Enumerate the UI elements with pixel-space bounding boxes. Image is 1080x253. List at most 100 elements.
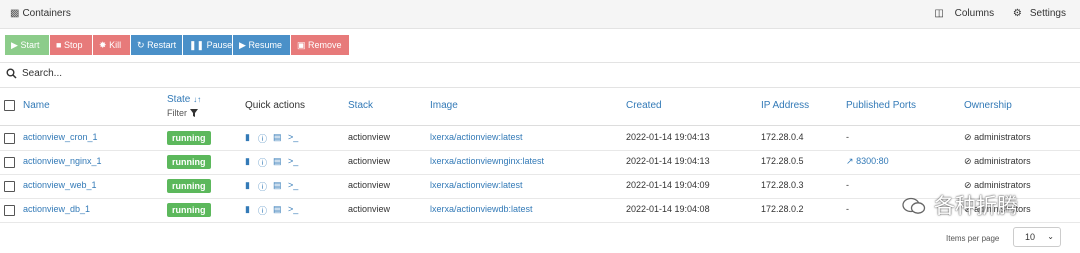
search-icon	[6, 68, 17, 79]
row-checkbox[interactable]	[4, 157, 15, 168]
ownership: ⊘ administrators	[964, 132, 1031, 143]
sync-icon: ↻	[137, 40, 145, 50]
inspect-icon[interactable]: ⓘ	[258, 132, 267, 145]
stats-icon[interactable]: ▤	[273, 204, 282, 215]
image-link[interactable]: lxerxa/actionview:latest	[430, 132, 523, 142]
column-header-image[interactable]: Image	[430, 100, 458, 111]
row-checkbox[interactable]	[4, 181, 15, 192]
cubes-icon: ▩	[10, 8, 20, 19]
state-filter[interactable]: Filter	[167, 108, 198, 118]
published-ports: -	[846, 180, 849, 190]
column-header-created[interactable]: Created	[626, 100, 662, 111]
page-title-text: Containers	[22, 8, 71, 19]
stack-name: actionview	[348, 156, 391, 166]
ownership-label: administrators	[974, 180, 1031, 190]
logs-icon[interactable]: ▮	[245, 156, 250, 167]
container-name-link[interactable]: actionview_web_1	[23, 180, 97, 190]
inspect-icon[interactable]: ⓘ	[258, 180, 267, 193]
restart-button[interactable]: ↻ Restart	[131, 35, 182, 55]
status-badge: running	[167, 155, 211, 169]
logs-icon[interactable]: ▮	[245, 132, 250, 143]
search-input[interactable]	[20, 67, 424, 80]
eye-slash-icon: ⊘	[964, 180, 972, 190]
stop-icon: ■	[56, 40, 62, 50]
kill-button[interactable]: ✸ Kill	[93, 35, 130, 55]
table-footer: Items per page 10 ⌄	[0, 223, 1080, 253]
table-header: Name State ↓↑ Filter Quick actions Stack…	[0, 87, 1080, 126]
column-header-quick-actions: Quick actions	[245, 100, 306, 111]
table-row: actionview_nginx_1 running ▮ ⓘ ▤ >_ acti…	[0, 150, 1080, 175]
published-ports: -	[846, 132, 849, 142]
console-icon[interactable]: >_	[288, 180, 298, 190]
column-header-published-ports[interactable]: Published Ports	[846, 100, 916, 111]
column-header-state[interactable]: State ↓↑	[167, 94, 201, 105]
stats-icon[interactable]: ▤	[273, 180, 282, 191]
stop-button[interactable]: ■ Stop	[50, 35, 92, 55]
container-name-link[interactable]: actionview_nginx_1	[23, 156, 102, 166]
container-name-link[interactable]: actionview_db_1	[23, 204, 90, 214]
inspect-icon[interactable]: ⓘ	[258, 204, 267, 217]
play-icon: ▶	[11, 40, 18, 50]
chevron-down-icon: ⌄	[1047, 232, 1054, 241]
ownership-label: administrators	[974, 132, 1031, 142]
stats-icon[interactable]: ▤	[273, 156, 282, 167]
column-header-ownership[interactable]: Ownership	[964, 100, 1012, 111]
settings-button[interactable]: ⚙ Settings	[1005, 8, 1066, 19]
image-link[interactable]: lxerxa/actionview:latest	[430, 180, 523, 190]
pause-icon: ❚❚	[189, 40, 205, 50]
items-per-page-value: 10	[1025, 232, 1036, 242]
items-per-page-select[interactable]: 10 ⌄	[1013, 227, 1061, 247]
column-header-stack[interactable]: Stack	[348, 100, 373, 111]
column-header-ip-address[interactable]: IP Address	[761, 100, 809, 111]
ip-address: 172.28.0.5	[761, 156, 804, 166]
external-link-icon: ↗	[846, 156, 854, 166]
sort-icon: ↓↑	[193, 95, 202, 104]
ip-address: 172.28.0.3	[761, 180, 804, 190]
column-header-name[interactable]: Name	[23, 100, 50, 111]
start-button[interactable]: ▶ Start	[5, 35, 49, 55]
filter-icon	[189, 109, 198, 117]
image-link[interactable]: lxerxa/actionviewdb:latest	[430, 204, 533, 214]
wechat-icon	[902, 197, 926, 214]
select-all-checkbox[interactable]	[4, 100, 15, 111]
start-label: Start	[20, 40, 40, 50]
resume-label: Resume	[248, 40, 282, 50]
container-name-link[interactable]: actionview_cron_1	[23, 132, 98, 142]
kill-label: Kill	[109, 40, 122, 50]
gear-icon: ⚙	[1012, 8, 1022, 19]
page-header: ▩ Containers ◫ Columns ⚙ Settings	[0, 0, 1080, 29]
logs-icon[interactable]: ▮	[245, 204, 250, 215]
bomb-icon: ✸	[99, 40, 107, 50]
resume-button[interactable]: ▶ Resume	[233, 35, 290, 55]
row-checkbox[interactable]	[4, 205, 15, 216]
watermark-text: 各种折腾	[934, 194, 1018, 218]
remove-label: Remove	[308, 40, 342, 50]
action-toolbar: ▶ Start ■ Stop ✸ Kill ↻ Restart ❚❚ Pause…	[0, 28, 1080, 62]
console-icon[interactable]: >_	[288, 132, 298, 142]
pause-button[interactable]: ❚❚ Pause	[183, 35, 232, 55]
stop-label: Stop	[63, 40, 83, 50]
trash-icon: ▣	[297, 40, 306, 50]
restart-label: Restart	[147, 40, 177, 50]
header-actions: ◫ Columns ⚙ Settings	[918, 8, 1066, 19]
inspect-icon[interactable]: ⓘ	[258, 156, 267, 169]
columns-icon: ◫	[934, 8, 944, 19]
ip-address: 172.28.0.2	[761, 204, 804, 214]
console-icon[interactable]: >_	[288, 204, 298, 214]
created-date: 2022-01-14 19:04:13	[626, 132, 710, 142]
created-date: 2022-01-14 19:04:09	[626, 180, 710, 190]
columns-button[interactable]: ◫ Columns	[926, 8, 994, 19]
logs-icon[interactable]: ▮	[245, 180, 250, 191]
remove-button[interactable]: ▣ Remove	[291, 35, 349, 55]
row-checkbox[interactable]	[4, 133, 15, 144]
image-link[interactable]: lxerxa/actionviewnginx:latest	[430, 156, 544, 166]
eye-slash-icon: ⊘	[964, 132, 972, 142]
published-port-link[interactable]: ↗ 8300:80	[846, 156, 889, 167]
status-badge: running	[167, 179, 211, 193]
console-icon[interactable]: >_	[288, 156, 298, 166]
published-ports: -	[846, 204, 849, 214]
ownership-label: administrators	[974, 156, 1031, 166]
eye-slash-icon: ⊘	[964, 156, 972, 166]
play-icon: ▶	[239, 40, 246, 50]
stats-icon[interactable]: ▤	[273, 132, 282, 143]
